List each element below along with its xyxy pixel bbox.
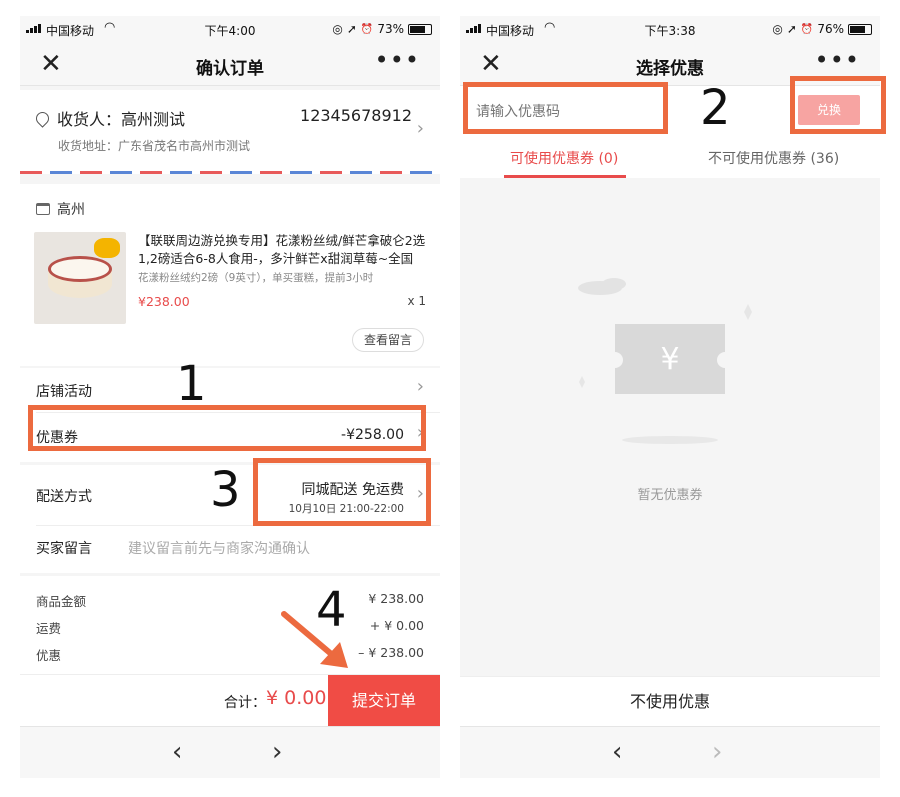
status-bar: 中国移动 ◠ 下午3:38 ◎ ➚ ⏰ 76% [460,16,880,44]
location-pin-icon [33,108,52,128]
coupon-tabs: 可使用优惠券 (0) 不可使用优惠券 (36) [460,138,880,178]
step-number-2: 2 [700,80,731,136]
shadow-shape [622,436,718,444]
lock-rotation-icon: ◎ [332,22,343,36]
sparkle-shape [579,376,585,388]
airmail-border [20,171,440,174]
address-detail: 收货地址：广东省茂名市高州市测试 [58,139,251,153]
highlight-redeem-button [790,76,886,134]
summary-value: + ¥ 0.00 [369,618,424,633]
goods-quantity: x 1 [407,294,426,308]
summary-value: ¥ 238.00 [368,591,424,606]
more-icon[interactable]: ••• [815,46,860,74]
receiver-phone: 12345678912 [300,106,412,125]
sparkle-shape [744,304,752,320]
empty-coupon-illustration: ¥ [578,278,752,444]
nav-bar: ✕ 确认订单 ••• [20,44,440,86]
store-name: 高州 [57,202,85,218]
chevron-right-icon[interactable]: › [417,376,424,397]
view-message-button[interactable]: 查看留言 [352,328,424,352]
goods-image[interactable] [34,232,126,324]
alarm-icon: ⏰ [360,23,374,35]
total-value: ¥ 0.00 [266,687,327,709]
forward-arrow-icon[interactable]: › [272,737,282,767]
pointer-arrow [281,611,348,668]
store-icon [36,203,50,215]
address-card[interactable]: 收货人：高州测试 12345678912 收货地址：广东省茂名市高州市测试 › [20,90,440,174]
tab-unavailable-coupons[interactable]: 不可使用优惠券 (36) [708,148,839,168]
buyer-note-input[interactable]: 建议留言前先与商家沟通确认 [128,538,310,558]
browser-toolbar: ‹ › [20,726,440,778]
summary-label: 运费 [36,621,62,636]
total-label: 合计： [224,695,266,711]
summary-label: 优惠 [36,648,62,663]
highlight-delivery-method [253,458,431,526]
highlight-coupon-code-input [463,82,668,134]
goods-price: ¥238.00 [138,294,190,309]
goods-spec: 花漾粉丝绒约2磅（9英寸），单买蛋糕，提前3小时 [138,272,374,284]
status-bar: 中国移动 ◠ 下午4:00 ◎ ➚ ⏰ 73% [20,16,440,44]
summary-value: – ¥ 238.00 [358,645,424,660]
goods-card: 高州 【联联周边游兑换专用】花漾粉丝绒/鲜芒拿破仑2选1,2磅适合6-8人食用-… [20,184,440,366]
battery-percent: 73% [377,22,404,36]
store-activity-label[interactable]: 店铺活动 [36,381,92,401]
more-icon[interactable]: ••• [375,46,420,74]
alarm-icon: ⏰ [800,23,814,35]
no-coupon-button[interactable]: 不使用优惠 [460,676,880,726]
step-number-1: 1 [176,356,207,412]
back-arrow-icon[interactable]: ‹ [172,737,182,767]
tab-available-coupons[interactable]: 可使用优惠券 (0) [510,148,618,168]
battery-percent: 76% [817,22,844,36]
delivery-label: 配送方式 [36,489,92,505]
step-number-3: 3 [210,462,241,518]
summary-label: 商品金额 [36,594,87,609]
yen-symbol: ¥ [660,342,679,377]
buyer-note-label: 买家留言 [36,541,92,557]
price-summary: 商品金额 ¥ 238.00 运费 + ¥ 0.00 优惠 – ¥ 238.00 [20,576,440,674]
location-icon: ➚ [346,22,357,36]
forward-arrow-icon: › [712,737,723,767]
goods-title[interactable]: 【联联周边游兑换专用】花漾粉丝绒/鲜芒拿破仑2选1,2磅适合6-8人食用-，多汁… [138,232,428,268]
receiver-name: 收货人：高州测试 [57,110,186,129]
battery-icon [408,23,432,35]
lock-rotation-icon: ◎ [772,22,783,36]
empty-state-text: 暂无优惠券 [637,488,703,503]
chevron-right-icon: › [416,118,424,139]
confirm-order-screen: 中国移动 ◠ 下午4:00 ◎ ➚ ⏰ 73% ✕ 确认订单 ••• 收货人：高… [20,16,440,778]
browser-toolbar: ‹ › [460,726,880,778]
active-tab-indicator [504,175,626,178]
location-icon: ➚ [786,22,797,36]
submit-order-button[interactable]: 提交订单 [328,675,440,727]
checkout-bar: 合计： ¥ 0.00 提交订单 [20,674,440,727]
back-arrow-icon[interactable]: ‹ [612,737,622,767]
highlight-coupon-row [28,405,426,451]
battery-icon [848,23,872,35]
